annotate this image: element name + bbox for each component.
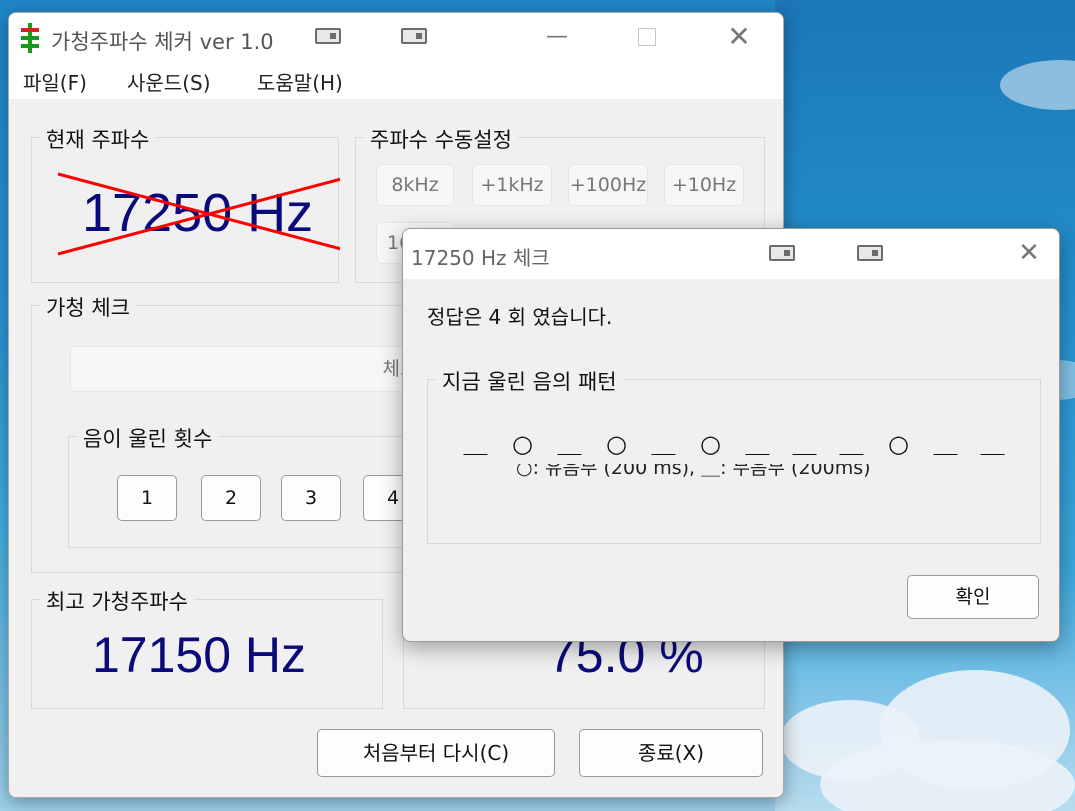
dialog-title: 17250 Hz 체크 xyxy=(411,246,550,270)
exit-button[interactable]: 종료(X) xyxy=(579,729,763,777)
manual-frequency-label: 주파수 수동설정 xyxy=(364,124,518,154)
dialog-titlebar: 17250 Hz 체크 ✕ xyxy=(403,229,1059,279)
main-titlebar: 가청주파수 체커 ver 1.0 — ✕ xyxy=(9,13,783,61)
ok-button[interactable]: 확인 xyxy=(907,575,1039,619)
pattern-mark: ＿ xyxy=(839,430,864,458)
pattern-mark: ＿ xyxy=(463,430,488,458)
count-1-button[interactable]: 1 xyxy=(117,475,177,521)
count-2-button[interactable]: 2 xyxy=(201,475,261,521)
minimize-button[interactable]: — xyxy=(537,21,577,53)
add-10hz-button[interactable]: +10Hz xyxy=(664,164,744,206)
add-100hz-button[interactable]: +100Hz xyxy=(568,164,648,206)
menu-help[interactable]: 도움말(H) xyxy=(257,67,343,96)
dialog-close-button[interactable]: ✕ xyxy=(1009,237,1049,269)
menubar: 파일(F) 사운드(S) 도움말(H) xyxy=(9,61,783,99)
keyboard-indicator-icon xyxy=(315,28,341,44)
pattern-mark: ＿ xyxy=(745,430,770,458)
pattern-mark: ＿ xyxy=(557,430,582,458)
best-frequency-group: 최고 가청주파수 17150 Hz xyxy=(31,586,383,709)
pattern-group: 지금 울린 음의 패턴 ＿ ○ ＿ ○ ＿ ○ ＿ ＿ ＿ ○ ＿ ＿ ○: 유음부 (200 ms)… xyxy=(427,366,1041,544)
hearing-check-label: 가청 체크 xyxy=(40,292,136,322)
set-8khz-button[interactable]: 8kHz xyxy=(376,164,454,206)
pattern-mark: ＿ xyxy=(651,430,676,458)
sound-count-label: 음이 울린 횟수 xyxy=(77,423,219,453)
pattern-label: 지금 울린 음의 패턴 xyxy=(436,366,623,396)
main-title: 가청주파수 체커 ver 1.0 xyxy=(51,30,274,54)
add-1khz-button[interactable]: +1kHz xyxy=(472,164,552,206)
pattern-mark: ○ xyxy=(888,430,909,458)
pattern-mark: ＿ xyxy=(933,430,958,458)
close-button[interactable]: ✕ xyxy=(719,21,759,53)
restart-button[interactable]: 처음부터 다시(C) xyxy=(317,729,555,777)
count-3-button[interactable]: 3 xyxy=(281,475,341,521)
app-icon xyxy=(21,23,39,53)
menu-sound[interactable]: 사운드(S) xyxy=(127,67,211,96)
pattern-mark: ＿ xyxy=(792,430,817,458)
dialog-message: 정답은 4 회 였습니다. xyxy=(427,305,613,329)
result-dialog: 17250 Hz 체크 ✕ 정답은 4 회 였습니다. 지금 울린 음의 패턴 … xyxy=(402,228,1060,642)
maximize-button[interactable] xyxy=(627,21,667,53)
keyboard-indicator-icon xyxy=(401,28,427,44)
pattern-mark: ○ xyxy=(512,430,533,458)
pattern-mark: ○ xyxy=(606,430,627,458)
sound-pattern: ＿ ○ ＿ ○ ＿ ○ ＿ ＿ ＿ ○ ＿ ＿ xyxy=(452,424,1016,459)
keyboard-indicator-icon xyxy=(769,245,795,261)
keyboard-indicator-icon xyxy=(857,245,883,261)
pattern-mark: ○ xyxy=(700,430,721,458)
pattern-legend: ○: 유음부 (200 ms), ＿: 무음부 (200ms) xyxy=(516,464,871,478)
pattern-mark: ＿ xyxy=(980,430,1005,458)
cross-mark-icon xyxy=(57,172,340,256)
best-frequency-value: 17150 Hz xyxy=(92,627,307,683)
current-frequency-group: 현재 주파수 17250 Hz xyxy=(31,124,340,283)
menu-file[interactable]: 파일(F) xyxy=(23,67,87,96)
best-frequency-label: 최고 가청주파수 xyxy=(40,586,194,616)
